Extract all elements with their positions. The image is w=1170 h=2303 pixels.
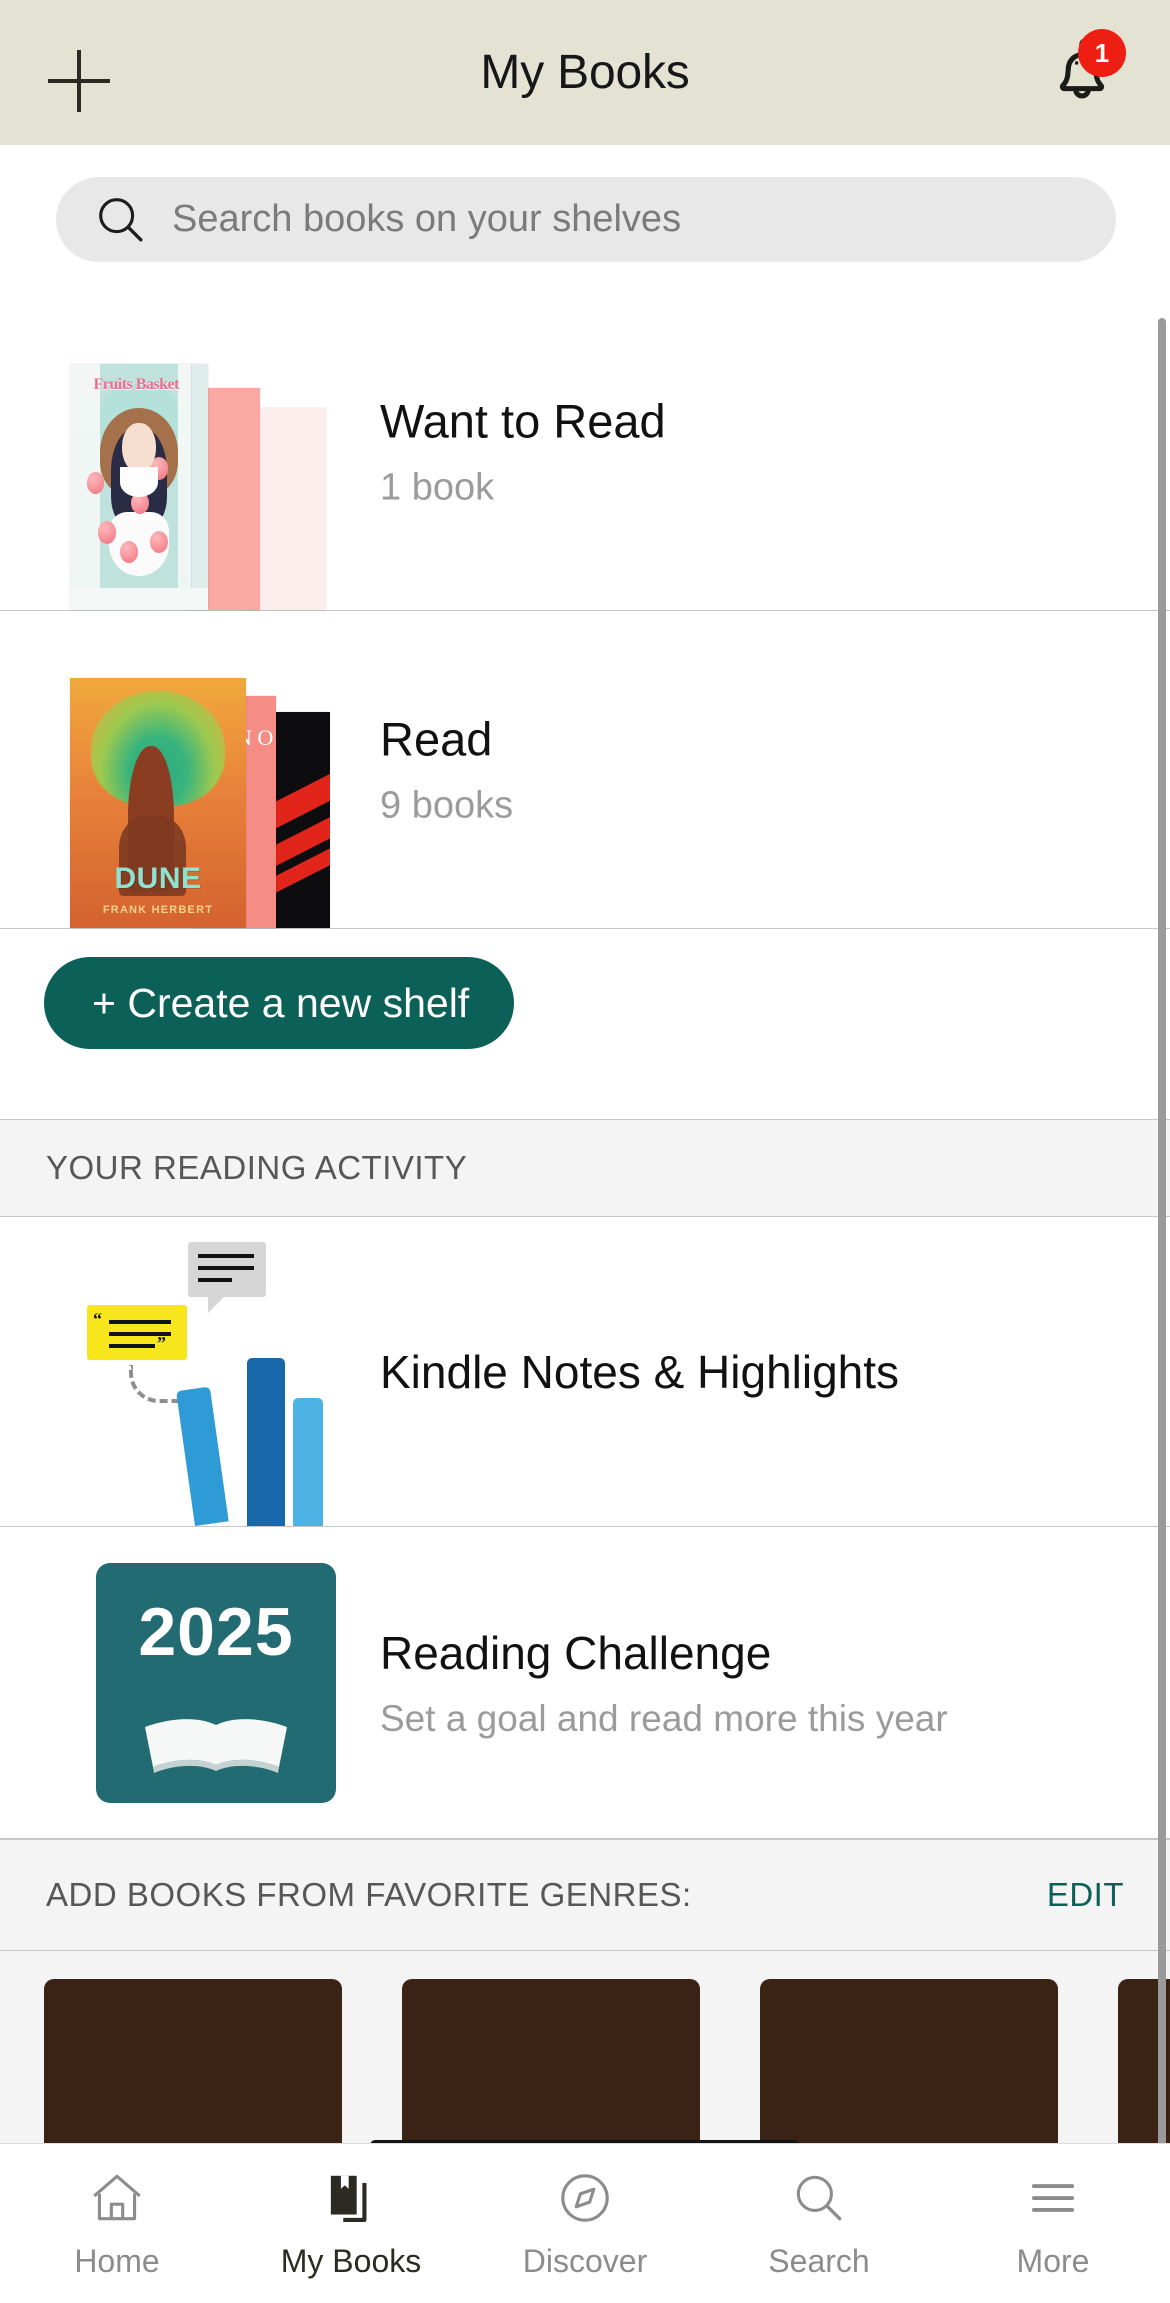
genre-tile[interactable]: Fiction <box>402 1979 700 2143</box>
section-label: YOUR READING ACTIVITY <box>46 1149 468 1186</box>
book-cover-1: DUNE FRANK HERBERT <box>70 678 246 928</box>
nav-item-discover[interactable]: Discover <box>468 2144 702 2303</box>
shelf-cover-stack: ND N O RO DUNE FRANK HERBERT <box>48 611 338 928</box>
activity-title: Reading Challenge <box>380 1626 772 1679</box>
search-section: Search books on your shelves <box>0 145 1170 293</box>
shelf-row-read[interactable]: ND N O RO DUNE FRANK HERBERT Read 9 book… <box>0 611 1170 929</box>
section-label: ADD BOOKS FROM FAVORITE GENRES: <box>46 1876 692 1913</box>
activity-row-kindle-notes[interactable]: “ ” Kindle Notes & Highlights <box>0 1217 1170 1527</box>
highlight-note-icon: “ ” <box>87 1305 187 1360</box>
activity-subtitle: Set a goal and read more this year <box>380 1697 948 1739</box>
kindle-notes-illustration: “ ” <box>87 1217 345 1526</box>
book-cover-author: FRANK HERBERT <box>102 903 214 916</box>
app-header: My Books 1 <box>0 0 1170 145</box>
bottom-navigation: Home My Books Discover Search More <box>0 2143 1170 2303</box>
create-new-shelf-button[interactable]: + Create a new shelf <box>44 957 514 1049</box>
genre-tile[interactable]: Fantasy <box>44 1979 342 2143</box>
shelf-name: Read <box>380 711 493 765</box>
page-title: My Books <box>480 46 690 99</box>
edit-genres-button[interactable]: EDIT <box>1047 1876 1124 1914</box>
activity-info: Kindle Notes & Highlights <box>380 1345 899 1399</box>
book-cover-title: Fruits Basket <box>93 376 179 394</box>
book-icon-2 <box>247 1358 285 1526</box>
genre-tile[interactable]: Manga <box>760 1979 1058 2143</box>
open-book-icon <box>145 1718 287 1773</box>
search-icon <box>796 2175 842 2221</box>
book-icon-1 <box>176 1386 229 1526</box>
shelf-cover-stack: Fruits Basket <box>48 293 338 610</box>
nav-item-home[interactable]: Home <box>0 2144 234 2303</box>
create-shelf-section: + Create a new shelf <box>0 929 1170 1077</box>
compass-icon <box>561 2174 609 2222</box>
search-input[interactable]: Search books on your shelves <box>56 177 1116 262</box>
nav-item-my-books[interactable]: My Books <box>234 2144 468 2303</box>
home-icon <box>93 2174 141 2221</box>
vertical-scrollbar[interactable] <box>1158 318 1166 2148</box>
search-icon <box>99 197 143 242</box>
favorite-genres-carousel[interactable]: Fantasy Fiction Manga R <box>0 1951 1170 2143</box>
book-cover-title: DUNE <box>114 861 202 895</box>
shelf-count: 1 book <box>380 466 495 509</box>
activity-row-reading-challenge[interactable]: 2025 Reading Challenge Set a goal and re… <box>0 1527 1170 1839</box>
nav-label: Discover <box>522 2243 648 2279</box>
book-icon-3 <box>293 1398 323 1526</box>
nav-item-search[interactable]: Search <box>702 2144 936 2303</box>
shelf-info: Want to Read 1 book <box>380 394 666 509</box>
shelf-name: Want to Read <box>380 393 666 447</box>
reading-activity-section-header: YOUR READING ACTIVITY <box>0 1119 1170 1217</box>
challenge-year: 2025 <box>138 1593 294 1670</box>
search-placeholder: Search books on your shelves <box>172 198 682 240</box>
nav-label: More <box>1016 2243 1090 2279</box>
nav-label: Search <box>768 2243 870 2279</box>
nav-item-more[interactable]: More <box>936 2144 1170 2303</box>
notifications-button[interactable]: 1 <box>1044 29 1126 113</box>
notification-badge: 1 <box>1078 29 1126 77</box>
books-icon <box>330 2175 367 2223</box>
favorite-genres-section-header: ADD BOOKS FROM FAVORITE GENRES: EDIT <box>0 1839 1170 1951</box>
shelf-info: Read 9 books <box>380 712 513 827</box>
speech-bubble-icon <box>188 1242 266 1313</box>
book-cover-1: Fruits Basket <box>70 364 208 610</box>
activity-title: Kindle Notes & Highlights <box>380 1345 900 1398</box>
activity-info: Reading Challenge Set a goal and read mo… <box>380 1626 948 1740</box>
dashed-arrow-icon <box>129 1365 179 1403</box>
reading-challenge-badge: 2025 <box>96 1562 336 1803</box>
nav-label: My Books <box>280 2243 422 2279</box>
hamburger-icon <box>1031 2184 1075 2212</box>
shelf-count: 9 books <box>380 784 514 827</box>
shelf-row-want-to-read[interactable]: Fruits Basket Want to Read 1 book <box>0 293 1170 611</box>
nav-label: Home <box>74 2243 160 2279</box>
